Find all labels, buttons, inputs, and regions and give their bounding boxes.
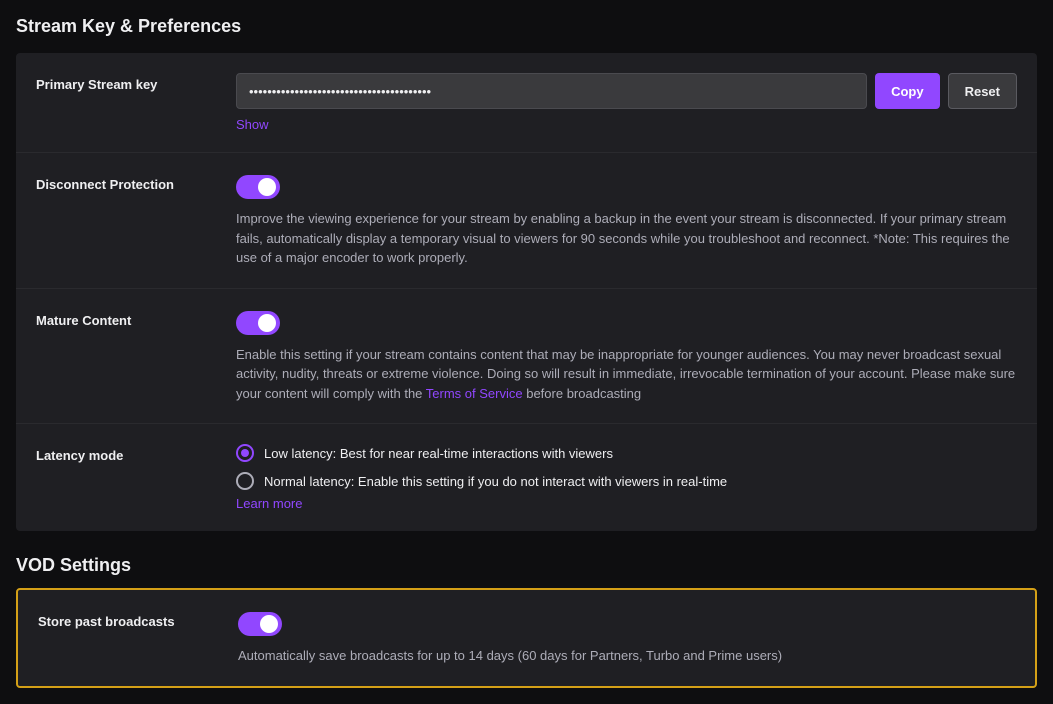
disconnect-protection-description: Improve the viewing experience for your … [236, 209, 1017, 268]
latency-mode-label: Latency mode [36, 448, 123, 463]
disconnect-protection-section: Disconnect Protection Improve the viewin… [16, 153, 1037, 289]
learn-more-link[interactable]: Learn more [236, 496, 302, 511]
copy-button[interactable]: Copy [875, 73, 940, 109]
stream-key-label: Primary Stream key [36, 77, 157, 92]
settings-card: Primary Stream key Copy Reset Show Disco… [16, 53, 1037, 531]
low-latency-option[interactable]: Low latency: Best for near real-time int… [236, 444, 1017, 462]
reset-button[interactable]: Reset [948, 73, 1017, 109]
low-latency-label: Low latency: Best for near real-time int… [264, 446, 613, 461]
disconnect-protection-label: Disconnect Protection [36, 177, 174, 192]
mature-content-description: Enable this setting if your stream conta… [236, 345, 1017, 404]
vod-settings-card: Store past broadcasts Automatically save… [16, 588, 1037, 688]
stream-key-section: Primary Stream key Copy Reset Show [16, 53, 1037, 153]
mature-content-section: Mature Content Enable this setting if yo… [16, 289, 1037, 425]
normal-latency-label: Normal latency: Enable this setting if y… [264, 474, 727, 489]
low-latency-radio[interactable] [236, 444, 254, 462]
normal-latency-radio[interactable] [236, 472, 254, 490]
store-broadcasts-toggle[interactable] [238, 612, 282, 636]
normal-latency-option[interactable]: Normal latency: Enable this setting if y… [236, 472, 1017, 490]
store-broadcasts-label: Store past broadcasts [38, 614, 175, 629]
store-broadcasts-description: Automatically save broadcasts for up to … [238, 646, 1015, 666]
mature-content-label: Mature Content [36, 313, 131, 328]
vod-title: VOD Settings [16, 555, 1037, 576]
latency-radio-group: Low latency: Best for near real-time int… [236, 444, 1017, 490]
disconnect-protection-toggle[interactable] [236, 175, 280, 199]
stream-key-input[interactable] [236, 73, 867, 109]
tos-link[interactable]: Terms of Service [426, 386, 523, 401]
latency-mode-section: Latency mode Low latency: Best for near … [16, 424, 1037, 531]
mature-content-toggle[interactable] [236, 311, 280, 335]
page-title: Stream Key & Preferences [16, 16, 1037, 37]
show-link[interactable]: Show [236, 117, 269, 132]
